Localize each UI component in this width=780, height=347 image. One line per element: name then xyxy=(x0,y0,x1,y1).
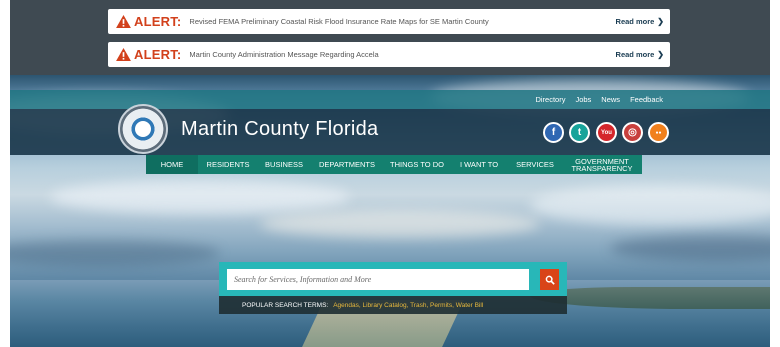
popular-search-links[interactable]: Agendas, Library Catalog, Trash, Permits… xyxy=(333,302,483,309)
page: ALERT: Revised FEMA Preliminary Coastal … xyxy=(0,0,780,347)
utility-link-feedback[interactable]: Feedback xyxy=(630,95,663,104)
read-more-link[interactable]: Read more ❯ xyxy=(616,17,664,26)
read-more-link[interactable]: Read more ❯ xyxy=(616,50,664,59)
site-title[interactable]: Martin County Florida xyxy=(181,118,378,141)
main-nav: HOME RESIDENTS BUSINESS DEPARTMENTS THIN… xyxy=(146,155,642,174)
county-seal-center xyxy=(135,121,151,137)
alert-text[interactable]: Revised FEMA Preliminary Coastal Risk Fl… xyxy=(189,17,615,26)
nav-business[interactable]: BUSINESS xyxy=(258,155,310,174)
utility-nav: Directory Jobs News Feedback xyxy=(10,90,770,109)
cloud xyxy=(260,210,540,238)
alert-label: ALERT: xyxy=(134,47,182,62)
utility-link-directory[interactable]: Directory xyxy=(535,95,565,104)
utility-link-news[interactable]: News xyxy=(601,95,620,104)
flickr-icon[interactable]: ●● xyxy=(648,122,669,143)
cloud xyxy=(610,235,770,261)
alert-banner[interactable]: ALERT: Martin County Administration Mess… xyxy=(108,42,670,67)
popular-search-label: POPULAR SEARCH TERMS: xyxy=(242,301,329,309)
search-icon xyxy=(545,275,555,285)
cloud xyxy=(50,180,350,214)
search-button[interactable] xyxy=(540,269,559,290)
warning-icon xyxy=(116,15,131,28)
read-more-label: Read more xyxy=(615,17,655,26)
nav-i-want-to[interactable]: I WANT TO xyxy=(450,155,508,174)
utility-link-jobs[interactable]: Jobs xyxy=(575,95,591,104)
instagram-icon[interactable]: ◎ xyxy=(622,122,643,143)
nav-things-to-do[interactable]: THINGS TO DO xyxy=(384,155,450,174)
warning-icon xyxy=(116,48,131,61)
nav-residents[interactable]: RESIDENTS xyxy=(198,155,258,174)
alert-banner[interactable]: ALERT: Revised FEMA Preliminary Coastal … xyxy=(108,9,670,34)
facebook-icon[interactable]: f xyxy=(543,122,564,143)
cloud xyxy=(530,185,770,225)
chevron-right-icon: ❯ xyxy=(657,17,664,26)
nav-departments[interactable]: DEPARTMENTS xyxy=(310,155,384,174)
alert-text[interactable]: Martin County Administration Message Reg… xyxy=(189,50,615,59)
nav-services[interactable]: SERVICES xyxy=(508,155,562,174)
read-more-label: Read more xyxy=(615,50,655,59)
cloud xyxy=(10,240,220,266)
nav-government-transparency[interactable]: GOVERNMENT TRANSPARENCY xyxy=(562,155,642,174)
alert-label: ALERT: xyxy=(134,14,182,29)
nav-home[interactable]: HOME xyxy=(146,155,198,174)
youtube-icon[interactable]: You xyxy=(596,122,617,143)
search-input[interactable] xyxy=(227,269,529,290)
chevron-right-icon: ❯ xyxy=(657,50,664,59)
twitter-icon[interactable]: t xyxy=(569,122,590,143)
popular-search-terms: POPULAR SEARCH TERMS: Agendas, Library C… xyxy=(219,296,567,314)
